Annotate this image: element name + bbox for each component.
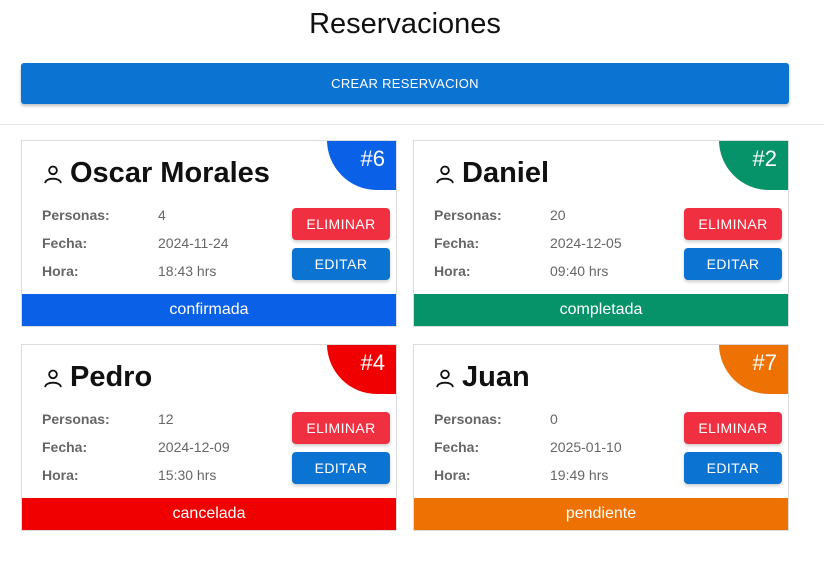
reservation-id: #7 [752,350,777,375]
reservation-name-row: Juan [434,361,530,394]
fecha-value: 2024-11-24 [158,235,229,251]
reservation-name-row: Daniel [434,157,549,190]
personas-value: 20 [550,207,566,223]
fecha-value: 2024-12-09 [158,439,230,455]
reservation-name: Oscar Morales [70,157,270,189]
user-icon [436,369,454,387]
delete-button[interactable]: ELIMINAR [292,412,390,444]
page-title: Reservaciones [309,8,501,40]
reservation-id: #6 [360,146,385,171]
reservation-name: Daniel [462,157,550,189]
reservation-name-row: Oscar Morales [42,157,270,190]
status-bar: confirmada [22,294,396,326]
hora-value: 19:49 hrs [550,467,609,483]
personas-label: Personas: [434,207,502,223]
fecha-label: Fecha: [434,439,480,455]
reservation-details: Personas: 12 Fecha: 2024-12-09 Hora: 15:30 … [42,411,230,495]
reservation-card: #4 Pedro Personas: 12 Fecha: 2024-12-09 Ho… [21,344,397,531]
edit-button[interactable]: EDITAR [684,452,782,484]
edit-button[interactable]: EDITAR [684,248,782,280]
status-bar: pendiente [414,498,788,530]
delete-button[interactable]: ELIMINAR [684,208,782,240]
reservation-id-badge: #6 [327,141,396,190]
fecha-label: Fecha: [42,439,88,455]
personas-value: 12 [158,411,174,427]
reservation-card: #6 Oscar Morales Personas: 4 Fecha: 2024-1… [21,140,397,327]
status-bar: cancelada [22,498,396,530]
divider [0,124,824,125]
reservation-name-row: Pedro [42,361,152,394]
personas-value: 0 [550,411,558,427]
reservation-card: #7 Juan Personas: 0 Fecha: 2025-01-10 Hora… [413,344,789,531]
hora-value: 09:40 hrs [550,263,609,279]
hora-value: 15:30 hrs [158,467,217,483]
create-reservation-button[interactable]: CREAR RESERVACION [21,63,789,104]
reservation-name: Pedro [70,361,153,393]
personas-value: 4 [158,207,166,223]
personas-label: Personas: [42,411,110,427]
reservation-id: #2 [752,146,777,171]
hora-label: Hora: [434,263,471,279]
delete-button[interactable]: ELIMINAR [684,412,782,444]
user-icon [44,369,62,387]
reservation-details: Personas: 4 Fecha: 2024-11-24 Hora: 18:43 h… [42,207,229,291]
fecha-value: 2024-12-05 [550,235,622,251]
reservation-details: Personas: 20 Fecha: 2024-12-05 Hora: 09:40 … [434,207,622,291]
reservation-id-badge: #4 [327,345,396,394]
reservation-id-badge: #2 [719,141,788,190]
fecha-value: 2025-01-10 [550,439,622,455]
reservation-details: Personas: 0 Fecha: 2025-01-10 Hora: 19:49 h… [434,411,622,495]
reservation-id-badge: #7 [719,345,788,394]
reservation-id: #4 [360,350,385,375]
hora-label: Hora: [434,467,471,483]
status-bar: completada [414,294,788,326]
fecha-label: Fecha: [434,235,480,251]
personas-label: Personas: [42,207,110,223]
user-icon [436,165,454,183]
hora-value: 18:43 hrs [158,263,217,279]
reservation-name: Juan [462,361,530,393]
edit-button[interactable]: EDITAR [292,248,390,280]
reservation-card: #2 Daniel Personas: 20 Fecha: 2024-12-05 H… [413,140,789,327]
hora-label: Hora: [42,467,79,483]
delete-button[interactable]: ELIMINAR [292,208,390,240]
fecha-label: Fecha: [42,235,88,251]
hora-label: Hora: [42,263,79,279]
user-icon [44,165,62,183]
edit-button[interactable]: EDITAR [292,452,390,484]
personas-label: Personas: [434,411,502,427]
